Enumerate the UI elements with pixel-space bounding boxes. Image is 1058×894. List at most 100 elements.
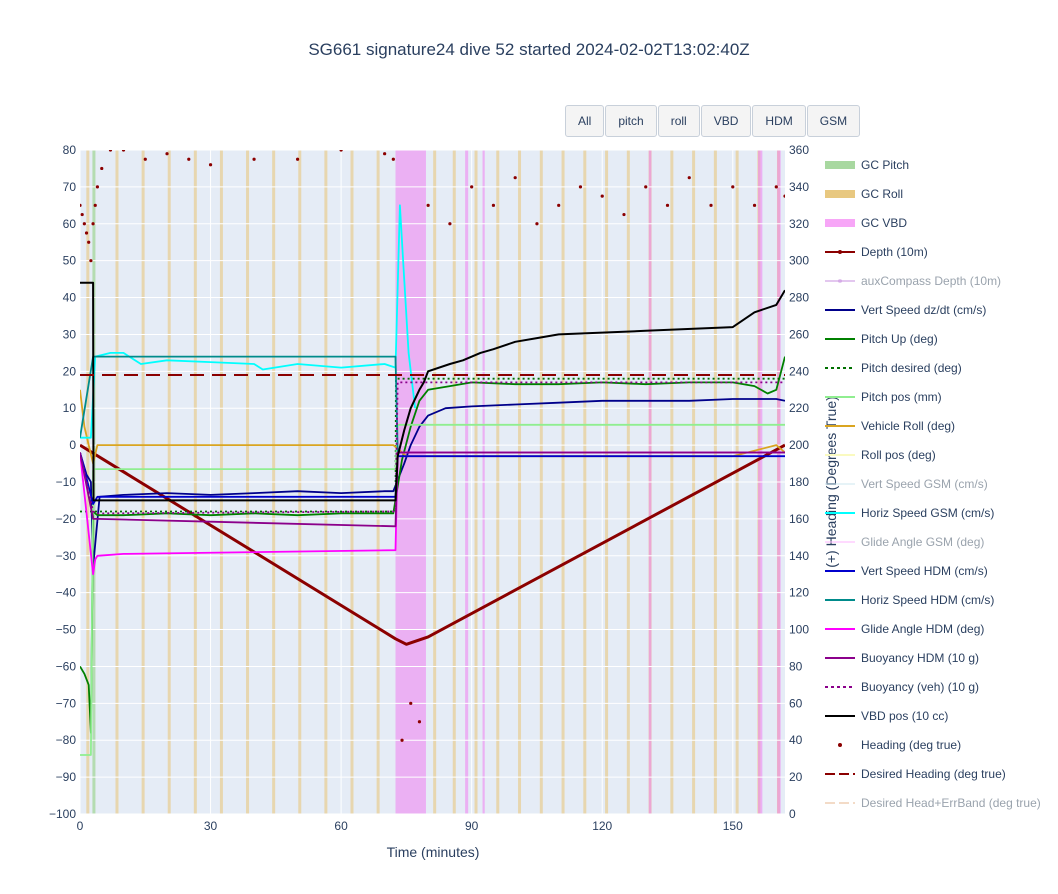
legend-label: Pitch desired (deg)	[861, 360, 962, 375]
legend-item-gc-pitch[interactable]: GC Pitch	[825, 150, 1058, 179]
legend-item-buoyancy-hdm-10-g[interactable]: Buoyancy HDM (10 g)	[825, 643, 1058, 672]
legend-item-gc-roll[interactable]: GC Roll	[825, 179, 1058, 208]
legend-item-vehicle-roll-deg[interactable]: Vehicle Roll (deg)	[825, 411, 1058, 440]
heading-point	[391, 157, 395, 161]
x-axis-label: Time (minutes)	[387, 844, 480, 860]
legend-swatch	[825, 801, 855, 804]
heading-point	[687, 176, 691, 180]
heading-point	[295, 157, 300, 161]
heading-point	[535, 222, 539, 226]
legend-item-horiz-speed-gsm-cm-s[interactable]: Horiz Speed GSM (cm/s)	[825, 498, 1058, 527]
heading-point	[95, 185, 100, 189]
y2-tick-label: 220	[789, 401, 809, 415]
y-tick-label: −60	[56, 659, 77, 673]
legend-swatch	[825, 772, 855, 775]
y2-tick-label: 240	[789, 364, 809, 378]
heading-point	[121, 150, 126, 152]
heading-point	[143, 157, 147, 161]
heading-point	[622, 212, 626, 217]
y2-tick-label: 80	[789, 659, 803, 673]
legend-label: Glide Angle GSM (deg)	[861, 534, 985, 549]
y-tick-label: 0	[69, 438, 76, 452]
heading-point	[252, 157, 256, 161]
heading-point	[108, 150, 113, 152]
legend-label: Heading (deg true)	[861, 737, 962, 752]
heading-point	[578, 185, 583, 189]
legend-swatch	[825, 189, 855, 198]
y2-tick-label: 300	[789, 254, 809, 268]
heading-point	[400, 738, 404, 742]
legend-swatch	[825, 218, 855, 227]
legend-item-roll-pos-deg[interactable]: Roll pos (deg)	[825, 440, 1058, 469]
heading-point	[339, 150, 343, 152]
y2-tick-label: 160	[789, 512, 809, 526]
heading-point	[783, 194, 785, 198]
legend-swatch	[825, 685, 855, 688]
legend-label: GC Roll	[861, 186, 904, 201]
legend-swatch	[825, 569, 855, 572]
heading-point	[470, 185, 474, 189]
legend-item-vert-speed-dz-dt-cm-s[interactable]: Vert Speed dz/dt (cm/s)	[825, 295, 1058, 324]
heading-point	[87, 240, 91, 244]
legend-item-desired-heading-deg-true[interactable]: Desired Heading (deg true)	[825, 759, 1058, 788]
legend-item-gc-vbd[interactable]: GC VBD	[825, 208, 1058, 237]
legend-label: GC Pitch	[861, 157, 910, 172]
legend-swatch	[825, 627, 855, 630]
heading-point	[89, 259, 93, 263]
legend-item-pitch-up-deg[interactable]: Pitch Up (deg)	[825, 324, 1058, 353]
legend-item-vbd-pos-10-cc[interactable]: VBD pos (10 cc)	[825, 701, 1058, 730]
legend-label: Pitch Up (deg)	[861, 331, 938, 346]
legend-item-heading-deg-true[interactable]: Heading (deg true)	[825, 730, 1058, 759]
heading-point	[557, 203, 561, 207]
heading-point	[644, 185, 648, 189]
y2-tick-label: 40	[789, 733, 803, 747]
legend-swatch	[825, 278, 855, 283]
x-tick-label: 60	[334, 819, 348, 833]
legend-label: Glide Angle HDM (deg)	[861, 621, 985, 636]
heading-point	[774, 185, 778, 189]
legend-swatch	[825, 714, 855, 717]
y-tick-label: 60	[63, 217, 77, 231]
legend-item-glide-angle-hdm-deg[interactable]: Glide Angle HDM (deg)	[825, 614, 1058, 643]
heading-point	[165, 152, 169, 156]
legend-item-vert-speed-hdm-cm-s[interactable]: Vert Speed HDM (cm/s)	[825, 556, 1058, 585]
x-tick-label: 30	[204, 819, 218, 833]
y-tick-label: 70	[63, 180, 77, 194]
legend-swatch	[825, 424, 855, 427]
legend-item-pitch-pos-mm[interactable]: Pitch pos (mm)	[825, 382, 1058, 411]
legend-label: Horiz Speed HDM (cm/s)	[861, 592, 995, 607]
legend-swatch	[825, 395, 855, 398]
legend-swatch	[825, 337, 855, 340]
heading-point	[80, 212, 84, 217]
y-tick-label: −40	[56, 586, 77, 600]
heading-point	[665, 203, 670, 207]
legend-item-horiz-speed-hdm-cm-s[interactable]: Horiz Speed HDM (cm/s)	[825, 585, 1058, 614]
legend-label: Depth (10m)	[861, 244, 928, 259]
legend-item-vert-speed-gsm-cm-s[interactable]: Vert Speed GSM (cm/s)	[825, 469, 1058, 498]
heading-point	[709, 203, 713, 207]
y2-tick-label: 280	[789, 291, 809, 305]
x-tick-label: 150	[723, 819, 743, 833]
heading-point	[187, 157, 191, 161]
legend-swatch	[825, 540, 855, 543]
legend-swatch	[825, 366, 855, 369]
y-tick-label: −20	[56, 512, 77, 526]
y2-tick-label: 320	[789, 217, 809, 231]
heading-point	[100, 166, 104, 171]
legend-swatch	[825, 160, 855, 169]
legend-item-pitch-desired-deg[interactable]: Pitch desired (deg)	[825, 353, 1058, 382]
heading-point	[409, 701, 413, 705]
legend-swatch	[825, 482, 855, 485]
legend-swatch	[825, 308, 855, 311]
y-tick-label: 30	[63, 327, 77, 341]
legend-swatch	[825, 453, 855, 456]
legend-item-depth-10m[interactable]: Depth (10m)	[825, 237, 1058, 266]
legend-item-desired-head-errband-deg-true[interactable]: Desired Head+ErrBand (deg true)	[825, 788, 1058, 817]
y2-tick-label: 340	[789, 180, 809, 194]
legend-item-buoyancy-veh-10-g[interactable]: Buoyancy (veh) (10 g)	[825, 672, 1058, 701]
legend-label: Buoyancy HDM (10 g)	[861, 650, 980, 665]
legend-item-glide-angle-gsm-deg[interactable]: Glide Angle GSM (deg)	[825, 527, 1058, 556]
legend-label: Desired Heading (deg true)	[861, 766, 1006, 781]
legend-label: Roll pos (deg)	[861, 447, 936, 462]
legend-item-auxcompass-depth-10m[interactable]: auxCompass Depth (10m)	[825, 266, 1058, 295]
